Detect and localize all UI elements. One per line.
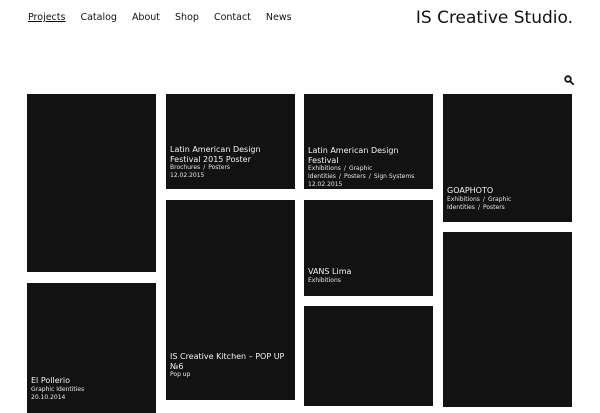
project-tags: Brochures / Posters xyxy=(170,164,291,172)
project-date: 12.02.2015 xyxy=(170,172,205,179)
project-tag[interactable]: Sign Systems xyxy=(374,173,415,180)
project-title[interactable]: GOAPHOTO xyxy=(447,186,568,196)
project-tags: Exhibitions xyxy=(308,277,429,285)
tag-separator: / xyxy=(368,173,371,180)
tag-separator: / xyxy=(482,195,485,203)
project-tag[interactable]: Exhibitions xyxy=(308,165,341,172)
search-button[interactable] xyxy=(564,75,576,87)
project-card[interactable] xyxy=(443,232,572,407)
project-tag[interactable]: Pop up xyxy=(170,371,190,378)
project-tag[interactable]: Posters xyxy=(483,204,505,211)
project-tags: Graphic Identities xyxy=(31,386,152,394)
project-tag[interactable]: Posters xyxy=(208,164,230,171)
project-title[interactable]: Latin American Design Festival 2015 Post… xyxy=(170,145,291,164)
nav-projects[interactable]: Projects xyxy=(28,12,65,23)
project-tags: Exhibitions / Graphic Identities / Posters / S… xyxy=(308,165,429,181)
site-logo[interactable]: IS Creative Studio. xyxy=(416,8,573,28)
project-date: 20.10.2014 xyxy=(31,393,66,401)
project-card[interactable] xyxy=(304,306,433,406)
nav-shop[interactable]: Shop xyxy=(175,12,199,23)
project-card[interactable]: DemocratypeTypography11.04.2015 xyxy=(27,94,156,272)
main-nav: Projects Catalog About Shop Contact News xyxy=(28,12,292,23)
project-card[interactable]: Latin American Design Festival 2015 Post… xyxy=(166,94,295,189)
project-info: Latin American Design Festival 2015 Post… xyxy=(170,145,291,180)
project-tag[interactable]: Posters xyxy=(344,173,366,180)
project-date: 12.02.2015 xyxy=(308,181,343,188)
project-title[interactable]: IS Creative Kitchen – POP UP №6 xyxy=(170,352,291,371)
project-info: Latin American Design Festival Exhibition… xyxy=(308,146,429,189)
project-info: GOAPHOTO Exhibitions / Graphic Identities / P… xyxy=(447,186,568,212)
project-title[interactable]: El Pollerio xyxy=(31,376,152,386)
nav-about[interactable]: About xyxy=(132,12,160,23)
nav-news[interactable]: News xyxy=(266,12,292,23)
project-tag[interactable]: Exhibitions xyxy=(308,277,341,284)
tag-separator: / xyxy=(338,173,341,180)
project-tag[interactable]: Brochures xyxy=(170,164,200,171)
project-tags: Pop up xyxy=(170,371,291,379)
project-info: El Pollerio Graphic Identities 20.10.2014 xyxy=(31,376,152,402)
project-card[interactable]: Latin American Design Festival Exhibition… xyxy=(304,94,433,189)
project-card[interactable]: VANS Lima Exhibitions xyxy=(304,200,433,296)
project-title[interactable]: Latin American Design Festival xyxy=(308,146,429,165)
project-card[interactable]: GOAPHOTO Exhibitions / Graphic Identities / P… xyxy=(443,94,572,222)
search-icon xyxy=(564,75,574,85)
nav-contact[interactable]: Contact xyxy=(214,12,251,23)
tag-separator: / xyxy=(343,165,346,172)
tag-separator: / xyxy=(477,203,480,211)
project-tags: Exhibitions / Graphic Identities / Posters xyxy=(447,196,568,212)
project-tag[interactable]: Graphic Identities xyxy=(31,386,84,393)
project-card[interactable]: El Pollerio Graphic Identities 20.10.2014 xyxy=(27,283,156,413)
project-card[interactable]: IS Creative Kitchen – POP UP №6 Pop up xyxy=(166,200,295,400)
project-info: IS Creative Kitchen – POP UP №6 Pop up xyxy=(170,352,291,379)
project-tag[interactable]: Exhibitions xyxy=(447,196,480,203)
nav-catalog[interactable]: Catalog xyxy=(80,12,116,23)
project-title[interactable]: VANS Lima xyxy=(308,267,429,277)
project-info: VANS Lima Exhibitions xyxy=(308,267,429,285)
tag-separator: / xyxy=(203,164,206,171)
